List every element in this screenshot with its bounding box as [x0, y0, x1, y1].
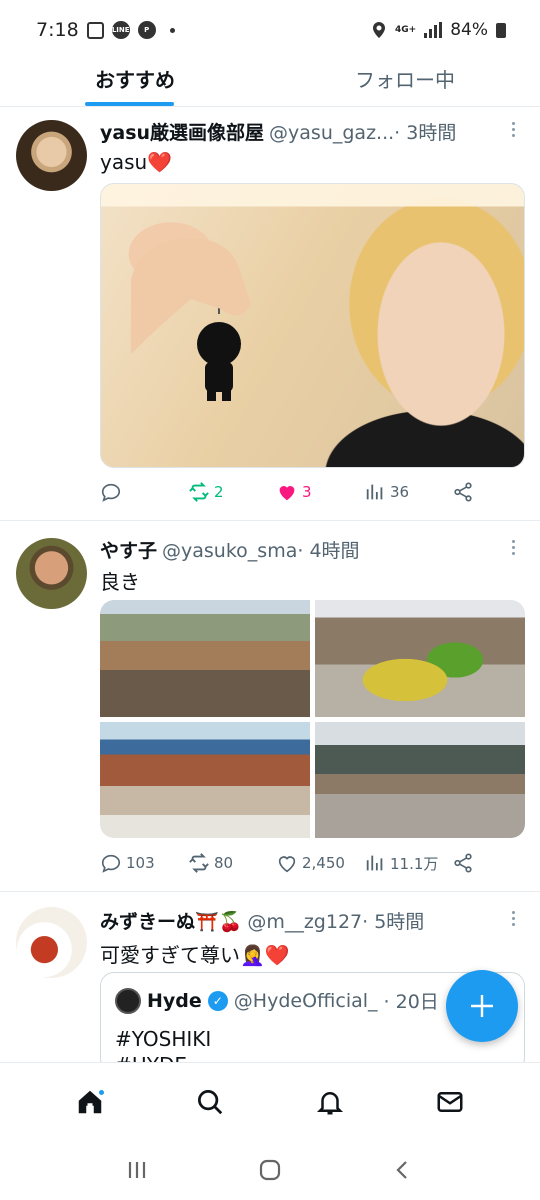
- nav-search[interactable]: [190, 1082, 230, 1122]
- avatar[interactable]: [16, 907, 87, 978]
- tab-following[interactable]: フォロー中: [270, 60, 540, 106]
- new-posts-dot: [97, 1087, 106, 1097]
- views-icon: [366, 855, 383, 871]
- bottom-nav: [0, 1062, 540, 1140]
- display-name[interactable]: yasu厳選画像部屋: [100, 118, 264, 145]
- reply-button[interactable]: 103: [100, 852, 188, 874]
- verified-badge-icon: ✓: [207, 990, 228, 1011]
- cube-icon: [86, 21, 104, 39]
- more-notifications-icon: [169, 27, 175, 33]
- tweet-2[interactable]: やす子 @yasuko_sma · 4時間 良き 103 80 2,450 11…: [0, 522, 540, 892]
- tweet-actions: 103 80 2,450 11.1万: [100, 852, 480, 874]
- quote-handle: @HydeOfficial_: [233, 989, 378, 1012]
- compose-button[interactable]: [446, 970, 518, 1042]
- retweet-button[interactable]: 80: [188, 852, 276, 874]
- signal-icon: [424, 22, 443, 38]
- tweet-header: yasu厳選画像部屋 @yasu_gaz... · 3時間: [100, 118, 510, 145]
- timeline-tabs: おすすめ フォロー中: [0, 60, 540, 107]
- photo-grid: [100, 600, 525, 838]
- tweet-header: やす子 @yasuko_sma · 4時間: [100, 536, 510, 563]
- plus-icon: [471, 995, 493, 1017]
- battery-percent: 84%: [450, 20, 488, 40]
- back-button[interactable]: [383, 1150, 423, 1190]
- home-system-button[interactable]: [250, 1150, 290, 1190]
- timestamp[interactable]: · 5時間: [362, 907, 424, 934]
- reply-icon: [101, 854, 121, 873]
- timestamp[interactable]: · 3時間: [394, 118, 456, 145]
- nav-messages[interactable]: [430, 1082, 470, 1122]
- back-icon: [396, 1161, 408, 1179]
- more-icon[interactable]: [512, 122, 516, 137]
- heart-icon: [278, 856, 296, 873]
- reply-button[interactable]: [100, 481, 188, 503]
- system-nav: [0, 1140, 540, 1200]
- views-button[interactable]: 11.1万: [364, 852, 452, 874]
- views-button[interactable]: 36: [364, 481, 452, 503]
- network-type: 4G+: [395, 24, 417, 35]
- like-button[interactable]: 3: [276, 481, 364, 503]
- tweet-header: みずきーぬ⛩️🍒 @m__zg127 · 5時間: [100, 907, 510, 934]
- photo-2[interactable]: [315, 600, 525, 717]
- recents-icon: [128, 1162, 145, 1178]
- quote-timestamp: · 20日: [383, 991, 439, 1013]
- line-app-icon: LINE: [111, 21, 130, 39]
- avatar[interactable]: [16, 120, 87, 191]
- nav-home[interactable]: [70, 1082, 110, 1122]
- nav-notifications[interactable]: [310, 1082, 350, 1122]
- handle[interactable]: @yasu_gaz...: [269, 122, 394, 144]
- location-icon: [373, 22, 385, 38]
- payment-app-icon: P: [137, 21, 156, 39]
- tweet-1[interactable]: yasu厳選画像部屋 @yasu_gaz... · 3時間 yasu❤️ 2 3: [0, 108, 540, 521]
- keychain-figure: [131, 238, 251, 401]
- quote-display-name: Hyde: [147, 989, 202, 1012]
- more-icon[interactable]: [512, 540, 516, 555]
- retweet-icon: [189, 482, 209, 502]
- tweet-actions: 2 3 36: [100, 481, 480, 503]
- share-icon: [454, 482, 472, 502]
- more-icon[interactable]: [512, 911, 516, 926]
- search-icon: [198, 1089, 223, 1114]
- handle[interactable]: @m__zg127: [247, 911, 362, 933]
- tweet-text: 可愛すぎて尊い🤦‍♀️❤️: [100, 943, 290, 967]
- share-icon: [454, 853, 472, 873]
- photo-1[interactable]: [100, 600, 310, 717]
- avatar[interactable]: [16, 538, 87, 609]
- home-circle-icon: [259, 1159, 281, 1181]
- heart-emoji: ❤️: [264, 943, 290, 967]
- display-name[interactable]: みずきーぬ⛩️🍒: [100, 907, 242, 934]
- retweet-button[interactable]: 2: [188, 481, 276, 503]
- tweet-text: yasu❤️: [100, 150, 173, 174]
- tab-recommended[interactable]: おすすめ: [0, 60, 270, 106]
- display-name[interactable]: やす子: [100, 536, 157, 563]
- status-time: 7:18: [36, 19, 79, 41]
- photo-4[interactable]: [315, 721, 525, 838]
- views-icon: [366, 484, 383, 500]
- battery-icon: [496, 22, 506, 38]
- heart-filled-icon: [279, 486, 295, 501]
- tweet-photo[interactable]: [100, 183, 525, 468]
- quote-avatar: [115, 987, 141, 1014]
- status-bar: 7:18 LINE P 4G+ 84%: [0, 0, 540, 60]
- heart-emoji: ❤️: [147, 150, 173, 174]
- retweet-icon: [189, 853, 209, 873]
- share-button[interactable]: [452, 481, 474, 503]
- mail-icon: [437, 1091, 463, 1112]
- bell-icon: [316, 1091, 344, 1114]
- tweet-text: 良き: [100, 570, 140, 594]
- reply-icon: [101, 483, 121, 502]
- status-right: 4G+ 84%: [371, 20, 506, 40]
- handle[interactable]: @yasuko_sma: [162, 540, 297, 562]
- recents-button[interactable]: [117, 1150, 157, 1190]
- photo-3[interactable]: [100, 721, 310, 838]
- timestamp[interactable]: · 4時間: [297, 536, 359, 563]
- like-button[interactable]: 2,450: [276, 852, 364, 874]
- status-left: 7:18 LINE P: [36, 19, 175, 41]
- share-button[interactable]: [452, 852, 474, 874]
